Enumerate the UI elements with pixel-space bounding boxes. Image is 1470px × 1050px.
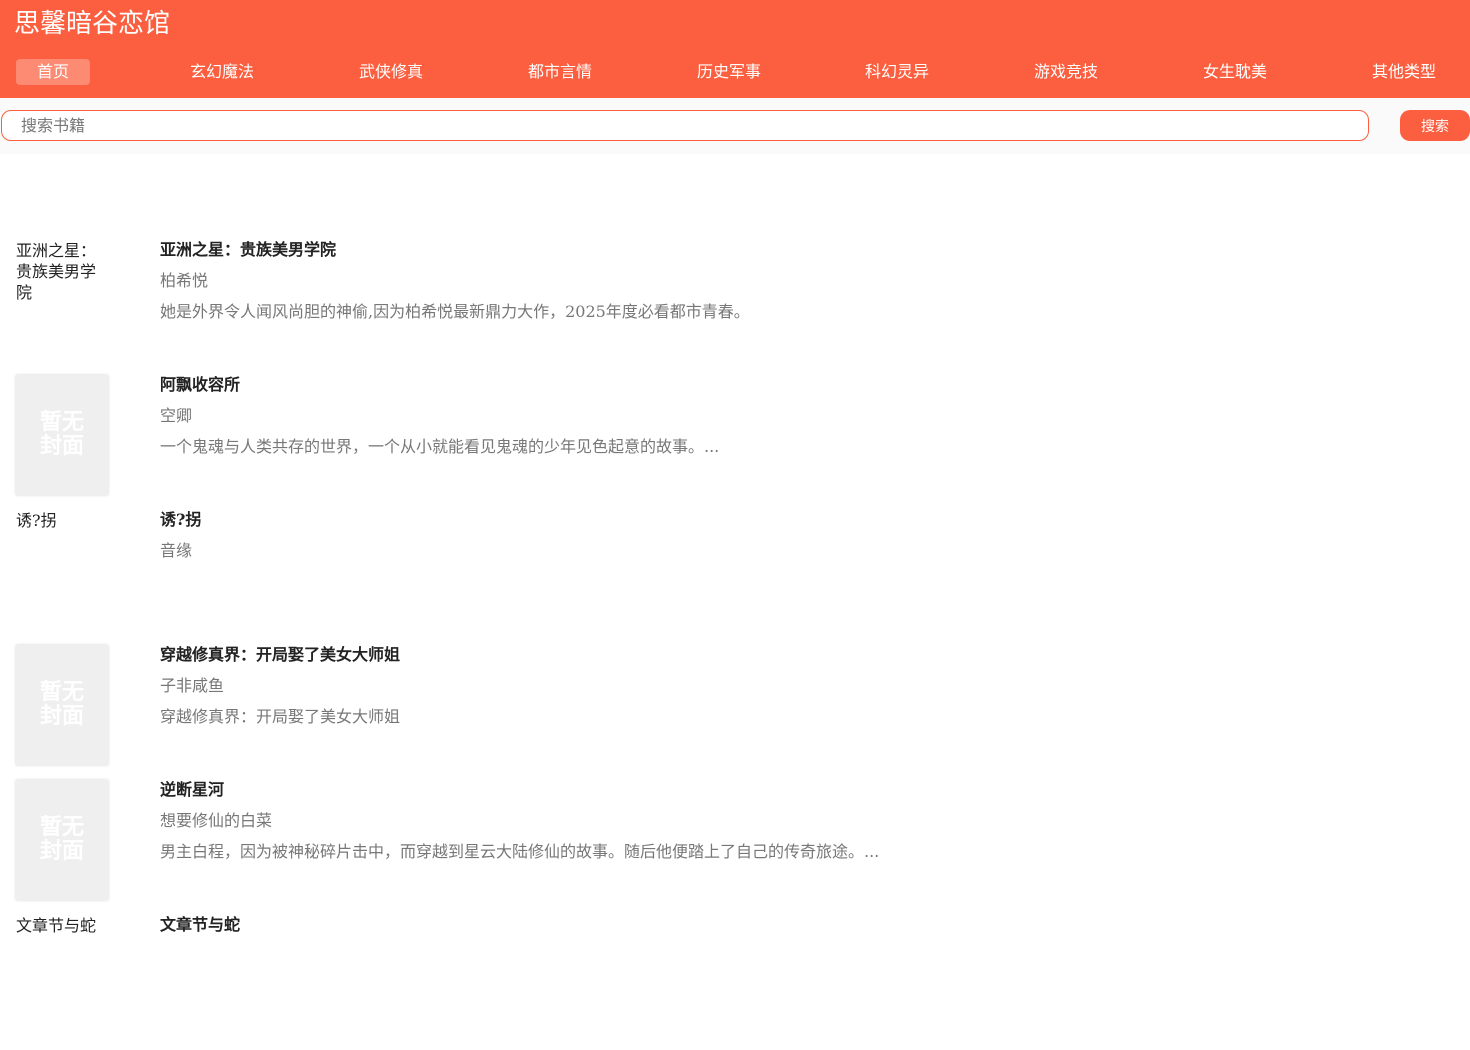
book-title[interactable]: 阿飘收容所 xyxy=(160,375,240,395)
book-item[interactable]: 暂无封面 穿越修真界：开局娶了美女大师姐 子非咸鱼 穿越修真界：开局娶了美女大师… xyxy=(0,645,1470,780)
book-item[interactable]: 暂无封面 阿飘收容所 空卿 一个鬼魂与人类共存的世界，一个从小就能看见鬼魂的少年… xyxy=(0,375,1470,510)
search-bar: 搜索 xyxy=(0,98,1470,154)
nav-item-fantasy[interactable]: 玄幻魔法 xyxy=(185,59,259,85)
no-cover-text: 暂无封面 xyxy=(39,410,84,459)
search-input[interactable] xyxy=(1,110,1369,141)
book-description: 一个鬼魂与人类共存的世界，一个从小就能看见鬼魂的少年见色起意的故事。... xyxy=(160,437,720,456)
book-list: 亚洲之星：贵族美男学院 亚洲之星：贵族美男学院 柏希悦 她是外界令人闻风尚胆的神… xyxy=(0,240,1470,1050)
book-cover-placeholder[interactable]: 暂无封面 xyxy=(16,375,108,495)
book-cover-image[interactable]: 亚洲之星：贵族美男学院 xyxy=(16,240,102,360)
book-cover-image[interactable]: 诱?拐 xyxy=(16,510,102,630)
book-item[interactable]: 诱?拐 诱?拐 音缘 xyxy=(0,510,1470,645)
book-title[interactable]: 诱?拐 xyxy=(160,510,201,530)
nav-item-female-bl[interactable]: 女生耽美 xyxy=(1198,59,1272,85)
book-cover-placeholder[interactable]: 暂无封面 xyxy=(16,780,108,900)
book-title[interactable]: 文章节与蛇 xyxy=(160,915,240,935)
no-cover-text: 暂无封面 xyxy=(39,815,84,864)
site-header: 思馨暗谷恋馆 首页 玄幻魔法 武侠修真 都市言情 历史军事 科幻灵异 游戏竞技 … xyxy=(0,0,1470,98)
book-item[interactable]: 亚洲之星：贵族美男学院 亚洲之星：贵族美男学院 柏希悦 她是外界令人闻风尚胆的神… xyxy=(0,240,1470,375)
book-author: 子非咸鱼 xyxy=(160,676,225,695)
book-cover-placeholder[interactable]: 暂无封面 xyxy=(16,645,108,765)
nav-item-urban-romance[interactable]: 都市言情 xyxy=(523,59,597,85)
nav-item-gaming[interactable]: 游戏竞技 xyxy=(1029,59,1103,85)
book-cover-image[interactable]: 文章节与蛇 xyxy=(16,915,102,1035)
book-item[interactable]: 暂无封面 逆断星河 想要修仙的白菜 男主白程，因为被神秘碎片击中，而穿越到星云大… xyxy=(0,780,1470,915)
book-item[interactable]: 文章节与蛇 文章节与蛇 xyxy=(0,915,1470,1050)
category-nav: 首页 玄幻魔法 武侠修真 都市言情 历史军事 科幻灵异 游戏竞技 女生耽美 其他… xyxy=(0,59,1470,85)
nav-item-wuxia[interactable]: 武侠修真 xyxy=(354,59,428,85)
book-author: 想要修仙的白菜 xyxy=(160,811,273,830)
book-title[interactable]: 逆断星河 xyxy=(160,780,224,800)
book-description: 男主白程，因为被神秘碎片击中，而穿越到星云大陆修仙的故事。随后他便踏上了自己的传… xyxy=(160,842,880,861)
nav-item-scifi-supernatural[interactable]: 科幻灵异 xyxy=(860,59,934,85)
book-author: 空卿 xyxy=(160,406,193,425)
book-title[interactable]: 穿越修真界：开局娶了美女大师姐 xyxy=(160,645,400,665)
no-cover-text: 暂无封面 xyxy=(39,680,84,729)
site-title[interactable]: 思馨暗谷恋馆 xyxy=(14,8,170,40)
book-author: 柏希悦 xyxy=(160,271,209,290)
book-description: 穿越修真界：开局娶了美女大师姐 xyxy=(160,707,401,726)
nav-item-other[interactable]: 其他类型 xyxy=(1367,59,1441,85)
book-title[interactable]: 亚洲之星：贵族美男学院 xyxy=(160,240,336,260)
book-author: 音缘 xyxy=(160,541,193,560)
nav-item-history-military[interactable]: 历史军事 xyxy=(692,59,766,85)
book-description: 她是外界令人闻风尚胆的神偷,因为柏希悦最新鼎力大作，2025年度必看都市青春。 xyxy=(160,302,750,321)
search-button[interactable]: 搜索 xyxy=(1400,110,1470,141)
nav-item-home[interactable]: 首页 xyxy=(16,59,90,85)
